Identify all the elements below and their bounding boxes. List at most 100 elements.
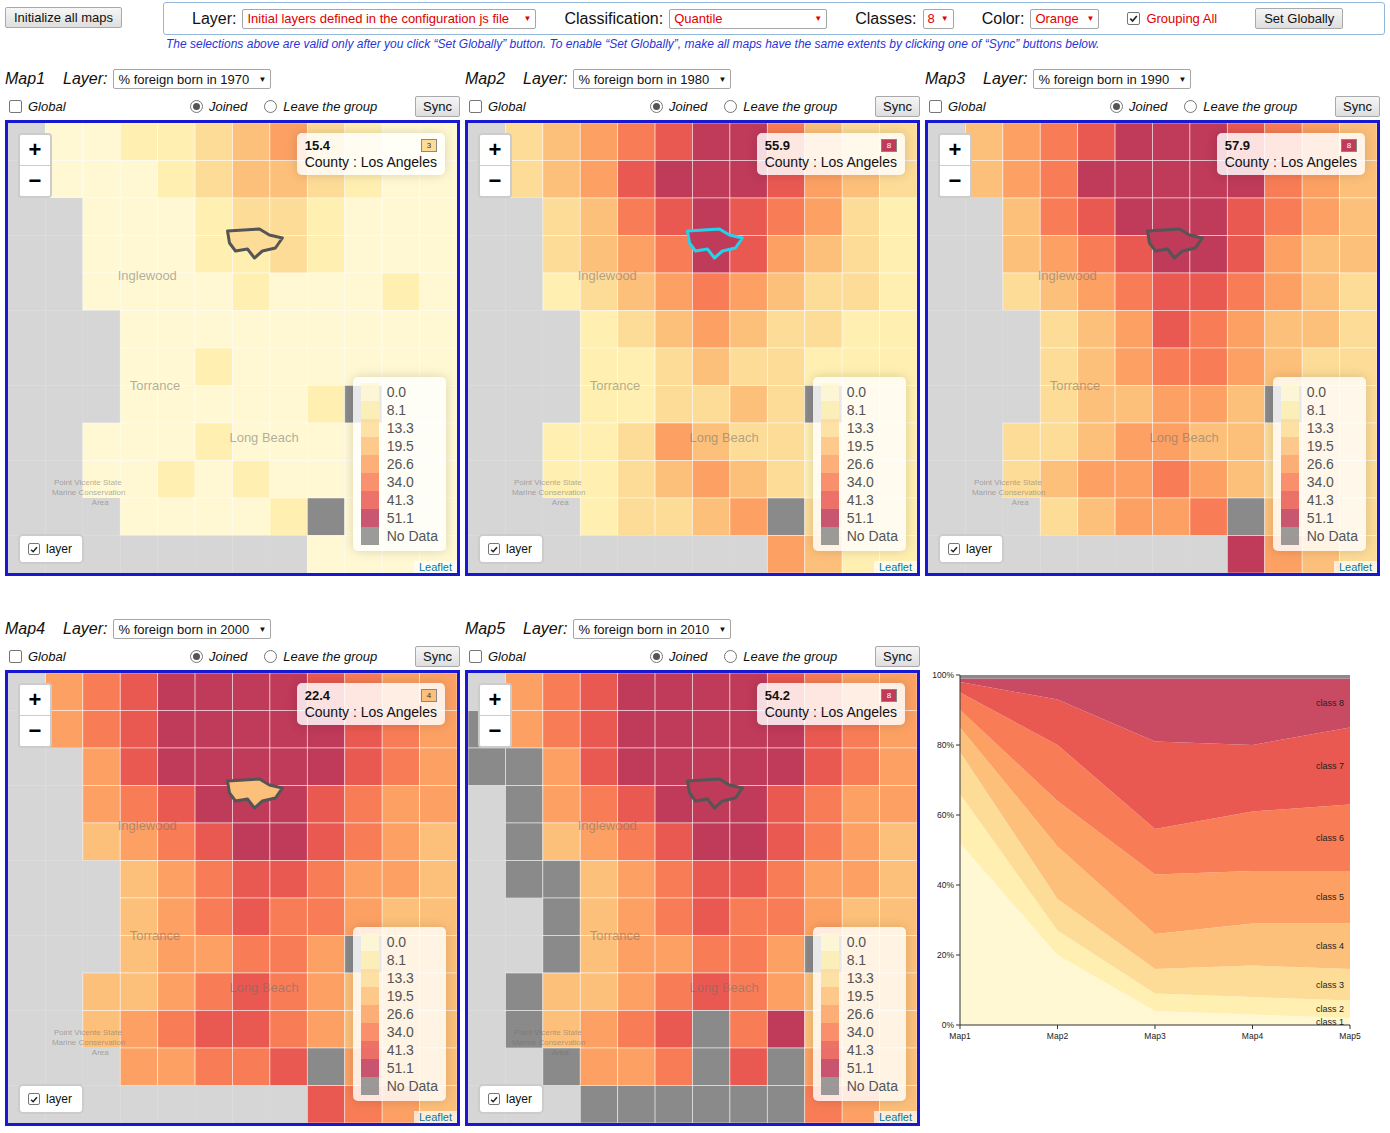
tract[interactable] [618,536,655,574]
tract[interactable] [805,273,842,311]
tract[interactable] [543,311,580,349]
tract[interactable] [655,123,692,161]
tract[interactable] [195,861,232,899]
tract[interactable] [1302,198,1339,236]
tract[interactable] [543,673,580,711]
tract[interactable] [270,386,307,424]
tract[interactable] [83,973,120,1011]
tract[interactable] [270,1086,307,1124]
zoom-out-button[interactable]: − [940,165,970,196]
sync-button[interactable]: Sync [415,646,460,667]
sync-button[interactable]: Sync [415,96,460,117]
tract[interactable] [618,673,655,711]
tract[interactable] [580,1048,617,1086]
tract[interactable] [880,823,917,861]
tract[interactable] [45,273,82,311]
tract[interactable] [195,673,232,711]
tract[interactable] [730,823,767,861]
tract[interactable] [158,748,195,786]
mode-radio[interactable]: Joined [1110,99,1167,114]
tract[interactable] [928,236,965,274]
radio-icon[interactable] [724,100,737,113]
tract[interactable] [8,936,45,974]
tract[interactable] [1227,461,1264,499]
tract[interactable] [928,198,965,236]
tract[interactable] [8,823,45,861]
sync-button[interactable]: Sync [1335,96,1380,117]
tract[interactable] [45,861,82,899]
tract[interactable] [730,1048,767,1086]
tract[interactable] [655,936,692,974]
tract[interactable] [767,936,804,974]
tract[interactable] [880,786,917,824]
global-checkbox[interactable]: Global [9,99,190,114]
tract[interactable] [158,973,195,1011]
tract[interactable] [120,198,157,236]
tract[interactable] [382,786,419,824]
tract[interactable] [270,898,307,936]
checkbox-icon[interactable] [9,100,22,113]
tract[interactable] [195,123,232,161]
zoom-out-button[interactable]: − [20,715,50,746]
tract[interactable] [767,1011,804,1049]
tract[interactable] [543,273,580,311]
tract[interactable] [1115,348,1152,386]
tract[interactable] [767,236,804,274]
tract[interactable] [655,498,692,536]
tract[interactable] [158,198,195,236]
selected-tract[interactable] [1148,229,1203,258]
checkbox-icon[interactable] [469,650,482,663]
tract[interactable] [580,423,617,461]
tract[interactable] [233,898,270,936]
tract[interactable] [1078,536,1115,574]
tract[interactable] [767,386,804,424]
tract[interactable] [880,236,917,274]
color-select[interactable]: Orange▼ [1030,9,1099,29]
selected-tract[interactable] [688,229,743,258]
tract[interactable] [270,348,307,386]
tract[interactable] [468,861,505,899]
checkbox-icon[interactable] [469,100,482,113]
tract[interactable] [730,386,767,424]
tract[interactable] [45,1048,82,1086]
tract[interactable] [158,1048,195,1086]
tract[interactable] [158,423,195,461]
tract[interactable] [618,1086,655,1124]
tract[interactable] [767,423,804,461]
tract[interactable] [693,673,730,711]
tract[interactable] [382,861,419,899]
tract[interactable] [767,898,804,936]
tract[interactable] [83,786,120,824]
tract[interactable] [345,273,382,311]
tract[interactable] [195,498,232,536]
tract[interactable] [158,1011,195,1049]
tract[interactable] [120,973,157,1011]
radio-icon[interactable] [264,650,277,663]
tract[interactable] [805,861,842,899]
zoom-in-button[interactable]: + [480,135,510,165]
tract[interactable] [83,423,120,461]
tract[interactable] [45,973,82,1011]
tract[interactable] [158,861,195,899]
tract[interactable] [158,673,195,711]
tract[interactable] [730,748,767,786]
radio-icon[interactable] [190,100,203,113]
tract[interactable] [468,198,505,236]
map[interactable]: InglewoodTorranceLong BeachPoint Vicente… [465,120,920,576]
tract[interactable] [345,748,382,786]
tract[interactable] [1227,236,1264,274]
mode-radio[interactable]: Leave the group [264,649,377,664]
tract[interactable] [1078,498,1115,536]
tract[interactable] [8,973,45,1011]
tract[interactable] [543,711,580,749]
tract[interactable] [233,273,270,311]
tract[interactable] [580,498,617,536]
tract[interactable] [655,861,692,899]
tract[interactable] [45,423,82,461]
tract[interactable] [842,198,879,236]
mode-radio[interactable]: Leave the group [724,99,837,114]
tract[interactable] [468,936,505,974]
tract[interactable] [580,973,617,1011]
tract[interactable] [307,823,344,861]
tract[interactable] [580,748,617,786]
